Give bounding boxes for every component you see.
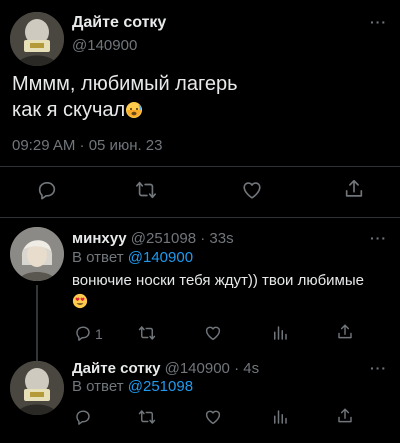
- reply2-time[interactable]: · 4s: [234, 360, 259, 377]
- reply2-author-avatar[interactable]: [10, 361, 64, 415]
- reply1-author-handle[interactable]: @251098: [131, 230, 196, 247]
- reply2-author-handle[interactable]: @140900: [165, 360, 230, 377]
- reply2-reply-icon[interactable]: [74, 408, 92, 426]
- hot-face-emoji-icon: [125, 100, 143, 126]
- main-retweet-icon[interactable]: [134, 179, 158, 201]
- main-tweet-line2-wrap: как я скучал: [12, 97, 238, 126]
- main-author-name[interactable]: Дайте сотку: [72, 14, 166, 32]
- reply2-views-icon[interactable]: [271, 408, 289, 426]
- reply1-like-icon[interactable]: [204, 324, 222, 342]
- reply2-more-button[interactable]: ···: [370, 360, 387, 376]
- reply2-reply-to: В ответ @251098: [72, 378, 193, 395]
- reply2-retweet-icon[interactable]: [137, 408, 157, 426]
- reply1-author-avatar[interactable]: [10, 227, 64, 281]
- reply2-like-icon[interactable]: [204, 408, 222, 426]
- reply2-author-name[interactable]: Дайте сотку: [72, 360, 160, 377]
- reply1-text: вонючие носки тебя ждут)) твои любимые: [72, 272, 364, 289]
- main-tweet-line2: как я скучал: [12, 99, 126, 121]
- reply2-share-icon[interactable]: [336, 407, 354, 425]
- reply1-reply-to: В ответ @140900: [72, 249, 193, 266]
- reply1-reply-to-prefix: В ответ: [72, 249, 124, 266]
- main-share-icon[interactable]: [343, 178, 365, 200]
- main-tweet-text: Мммм, любимый лагерь как я скучал: [12, 71, 238, 126]
- reply1-views-icon[interactable]: [271, 324, 289, 342]
- main-tweet-line1: Мммм, любимый лагерь: [12, 73, 238, 95]
- main-reply-icon[interactable]: [36, 179, 58, 201]
- reply1-retweet-icon[interactable]: [137, 324, 157, 342]
- main-timestamp[interactable]: 09:29 AM · 05 июн. 23: [12, 137, 163, 154]
- reply1-more-button[interactable]: ···: [370, 230, 387, 246]
- reply1-reply-count: 1: [95, 326, 103, 342]
- reply1-reply-icon[interactable]: [74, 324, 92, 342]
- reply1-time[interactable]: · 33s: [200, 230, 233, 247]
- thread-connector-line: [36, 285, 38, 361]
- reply1-share-icon[interactable]: [336, 323, 354, 341]
- reply1-header: минхуу @251098 · 33s: [72, 230, 234, 247]
- reply1-author-name[interactable]: минхуу: [72, 230, 127, 247]
- main-author-avatar[interactable]: [10, 12, 64, 66]
- main-like-icon[interactable]: [241, 179, 263, 201]
- heart-eyes-emoji-icon: [72, 293, 88, 314]
- reply2-header: Дайте сотку @140900 · 4s: [72, 360, 259, 377]
- reply2-reply-to-handle[interactable]: @251098: [128, 378, 193, 395]
- main-divider-bottom: [0, 217, 400, 218]
- main-divider-top: [0, 166, 400, 167]
- main-more-button[interactable]: ···: [370, 14, 387, 30]
- reply2-reply-to-prefix: В ответ: [72, 378, 124, 395]
- reply1-reply-to-handle[interactable]: @140900: [128, 249, 193, 266]
- main-author-handle[interactable]: @140900: [72, 37, 137, 54]
